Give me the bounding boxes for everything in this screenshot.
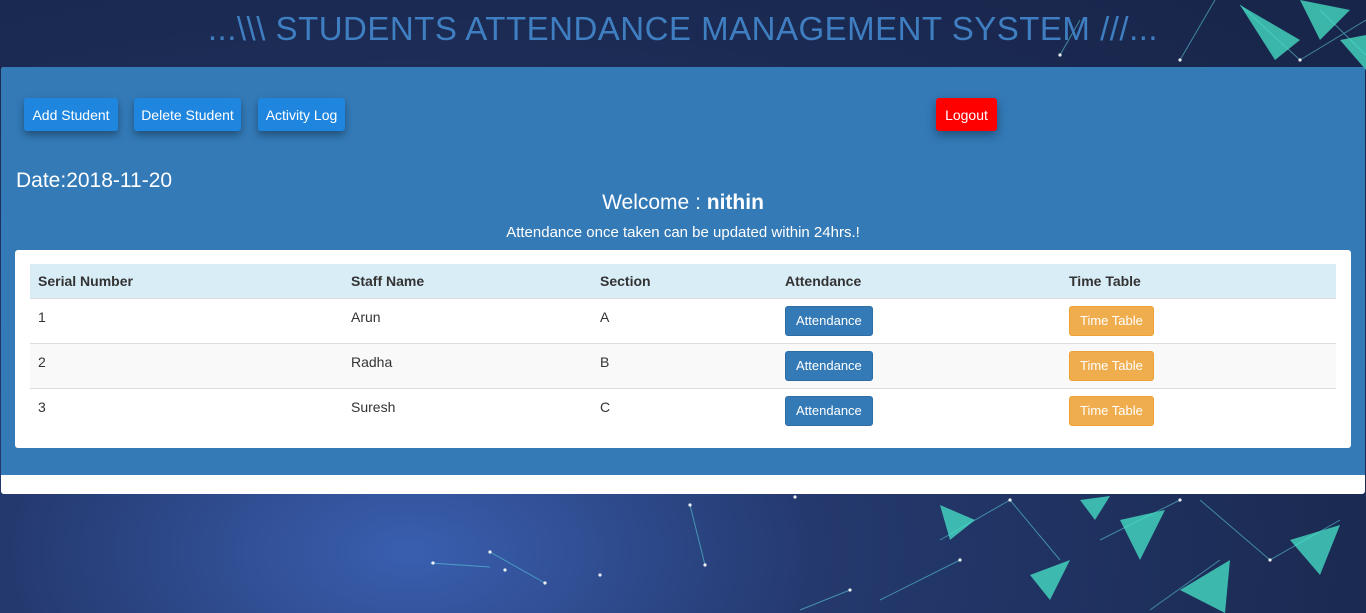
time-table-button[interactable]: Time Table bbox=[1069, 305, 1154, 336]
username: nithin bbox=[706, 191, 764, 214]
header-section: Section bbox=[600, 272, 651, 289]
main-panel: Add Student Delete Student Activity Log … bbox=[1, 67, 1365, 475]
staff-name-cell: Radha bbox=[343, 342, 592, 388]
staff-table: Serial Number Staff Name Section Attenda… bbox=[30, 264, 1336, 433]
staff-name-cell: Arun bbox=[343, 297, 592, 343]
activity-log-button[interactable]: Activity Log bbox=[258, 98, 345, 131]
attendance-button[interactable]: Attendance bbox=[785, 395, 873, 426]
delete-student-button[interactable]: Delete Student bbox=[134, 98, 241, 131]
table-row: 1 Arun A Attendance Time Table bbox=[30, 297, 1336, 343]
staff-name-cell: Suresh bbox=[343, 387, 592, 433]
attendance-cell: Attendance bbox=[777, 342, 1061, 388]
timetable-cell: Time Table bbox=[1061, 342, 1336, 388]
add-student-button[interactable]: Add Student bbox=[24, 98, 118, 131]
timetable-cell: Time Table bbox=[1061, 297, 1336, 343]
current-date: Date:2018-11-20 bbox=[16, 169, 173, 192]
welcome-message: Welcome : nithin bbox=[1, 191, 1365, 215]
attendance-cell: Attendance bbox=[777, 297, 1061, 343]
timetable-cell: Time Table bbox=[1061, 387, 1336, 433]
header-staff-name: Staff Name bbox=[351, 272, 425, 289]
header-serial-number: Serial Number bbox=[38, 272, 133, 289]
section-cell: B bbox=[592, 342, 777, 388]
attendance-button[interactable]: Attendance bbox=[785, 350, 873, 381]
serial-cell: 3 bbox=[30, 387, 343, 433]
table-row: 3 Suresh C Attendance Time Table bbox=[30, 387, 1336, 433]
logout-button[interactable]: Logout bbox=[936, 98, 997, 131]
time-table-button[interactable]: Time Table bbox=[1069, 350, 1154, 381]
attendance-button[interactable]: Attendance bbox=[785, 305, 873, 336]
welcome-prefix: Welcome : bbox=[602, 191, 707, 214]
header-time-table: Time Table bbox=[1069, 272, 1141, 289]
section-cell: A bbox=[592, 297, 777, 343]
table-header-row: Serial Number Staff Name Section Attenda… bbox=[30, 264, 1336, 298]
site-title: ...\\\ STUDENTS ATTENDANCE MANAGEMENT SY… bbox=[207, 10, 1159, 47]
header-attendance: Attendance bbox=[785, 272, 862, 289]
serial-cell: 2 bbox=[30, 342, 343, 388]
section-cell: C bbox=[592, 387, 777, 433]
table-row: 2 Radha B Attendance Time Table bbox=[30, 342, 1336, 388]
staff-table-card: Serial Number Staff Name Section Attenda… bbox=[15, 250, 1351, 448]
attendance-cell: Attendance bbox=[777, 387, 1061, 433]
attendance-note: Attendance once taken can be updated wit… bbox=[506, 224, 860, 241]
serial-cell: 1 bbox=[30, 297, 343, 343]
time-table-button[interactable]: Time Table bbox=[1069, 395, 1154, 426]
